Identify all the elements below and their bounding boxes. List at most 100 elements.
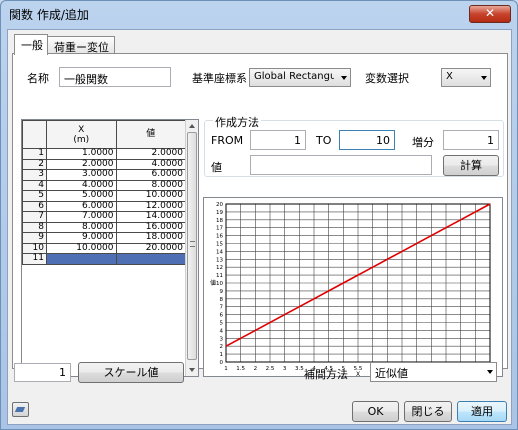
table-row[interactable]: 6 6.0000 12.0000 [22,200,186,212]
table-row[interactable]: 10 10.0000 20.0000 [22,242,186,254]
chart-y-tick-label: 9 [220,289,224,295]
row-number: 1 [22,148,47,160]
chart-y-tick-label: 20 [216,202,223,208]
variable-value: X [446,71,453,82]
cell-x[interactable]: 7.0000 [46,211,117,223]
variable-label: 変数選択 [365,72,409,85]
cell-value[interactable] [115,253,186,265]
row-number: 8 [22,221,47,233]
chart-y-tick-label: 5 [220,321,224,327]
name-label: 名称 [27,72,49,85]
cell-value[interactable]: 14.0000 [115,211,186,223]
chart-x-tick-label: 3 [283,366,287,372]
scale-button[interactable]: スケール値 [78,362,184,383]
row-number: 5 [22,190,47,202]
chevron-down-icon [341,76,347,80]
data-table[interactable]: X (m) 値 1 1.0000 2.0000 2 2.0000 4.0000 3 3.000… [21,119,199,377]
chart-y-tick-label: 0 [220,360,224,366]
chart-y-tick-label: 13 [216,257,223,263]
cell-x[interactable]: 8.0000 [46,221,117,233]
chart-y-tick-label: 15 [216,242,223,248]
table-row[interactable]: 9 9.0000 18.0000 [22,232,186,244]
value-input[interactable] [250,155,432,175]
from-input[interactable]: 1 [250,130,306,150]
row-number: 2 [22,158,47,170]
to-input[interactable]: 10 [339,130,395,150]
chart-x-tick-label: 3.5 [295,366,304,372]
row-number: 4 [22,179,47,191]
cell-x[interactable]: 4.0000 [46,179,117,191]
interpolation-label: 補間方法 [304,368,348,381]
row-number: 11 [22,253,47,265]
apply-button[interactable]: 適用 [457,401,507,422]
row-number: 7 [22,211,47,223]
cell-x[interactable]: 3.0000 [46,169,117,181]
name-input[interactable]: 一般関数 [59,67,171,87]
cell-x[interactable]: 9.0000 [46,232,117,244]
scale-input[interactable]: 1 [14,363,71,382]
scroll-thumb[interactable] [187,132,197,360]
cell-value[interactable]: 8.0000 [115,179,186,191]
cell-x[interactable]: 1.0000 [46,148,117,160]
cell-value[interactable]: 20.0000 [115,242,186,254]
value-label: 値 [211,161,222,174]
variable-select[interactable]: X [441,68,491,87]
scroll-down-icon[interactable] [189,368,195,372]
chart-y-tick-label: 4 [220,328,224,334]
coord-system-select[interactable]: Global Rectangular [249,68,351,87]
row-header-corner [22,120,47,149]
column-header-value: 値 [115,120,186,149]
to-label: TO [316,134,332,147]
coord-system-value: Global Rectangular [254,71,334,82]
cell-value[interactable]: 12.0000 [115,200,186,212]
table-row[interactable]: 4 4.0000 8.0000 [22,179,186,191]
cell-value[interactable]: 6.0000 [115,169,186,181]
cell-value[interactable]: 16.0000 [115,221,186,233]
dialog-window: 関数 作成/追加 ✕ 一般 荷重ー変位 名称 一般関数 基準座標系 Global… [0,0,518,430]
cell-value[interactable]: 2.0000 [115,148,186,160]
cell-value[interactable]: 10.0000 [115,190,186,202]
chart-x-tick-label: 1 [224,366,228,372]
chart-y-tick-label: 17 [216,226,223,232]
interpolation-select[interactable]: 近似値 [370,362,497,382]
chevron-down-icon [487,370,493,374]
row-number: 3 [22,169,47,181]
table-row[interactable]: 1 1.0000 2.0000 [22,148,186,160]
grip-icon [190,241,195,247]
table-scrollbar[interactable] [185,120,198,376]
scroll-up-icon[interactable] [189,124,195,128]
chart-y-tick-label: 12 [216,265,223,271]
cell-x[interactable] [46,253,117,265]
chart-y-tick-label: 11 [216,273,223,279]
chart-y-tick-label: 3 [220,336,224,342]
cell-x[interactable]: 6.0000 [46,200,117,212]
row-number: 6 [22,200,47,212]
table-row[interactable]: 5 5.0000 10.0000 [22,190,186,202]
close-button[interactable]: ✕ [469,5,511,23]
table-row[interactable]: 11 [22,253,186,265]
cell-x[interactable]: 2.0000 [46,158,117,170]
table-row[interactable]: 3 3.0000 6.0000 [22,169,186,181]
close-dialog-button[interactable]: 閉じる [404,401,452,422]
chart-y-tick-label: 1 [220,352,224,358]
cell-value[interactable]: 4.0000 [115,158,186,170]
title-bar[interactable]: 関数 作成/追加 ✕ [1,1,517,27]
chart-svg: 11.522.533.544.555.566.577.588.599.51001… [210,202,494,378]
row-number: 9 [22,232,47,244]
table-row[interactable]: 8 8.0000 16.0000 [22,221,186,233]
tab-load-displacement[interactable]: 荷重ー変位 [47,36,115,54]
table-row[interactable]: 2 2.0000 4.0000 [22,158,186,170]
increment-input[interactable]: 1 [443,130,499,150]
cell-x[interactable]: 10.0000 [46,242,117,254]
ok-button[interactable]: OK [352,401,399,422]
cell-value[interactable]: 18.0000 [115,232,186,244]
calculate-button[interactable]: 計算 [443,155,499,176]
chart-x-tick-label: 1.5 [236,366,245,372]
eraser-icon[interactable] [12,402,29,417]
data-grid: X (m) 値 1 1.0000 2.0000 2 2.0000 4.0000 3 3.000… [22,120,186,265]
chart-y-tick-label: 14 [216,249,223,255]
cell-x[interactable]: 5.0000 [46,190,117,202]
tab-general[interactable]: 一般 [14,34,48,55]
chart-y-tick-label: 6 [220,313,224,319]
table-row[interactable]: 7 7.0000 14.0000 [22,211,186,223]
